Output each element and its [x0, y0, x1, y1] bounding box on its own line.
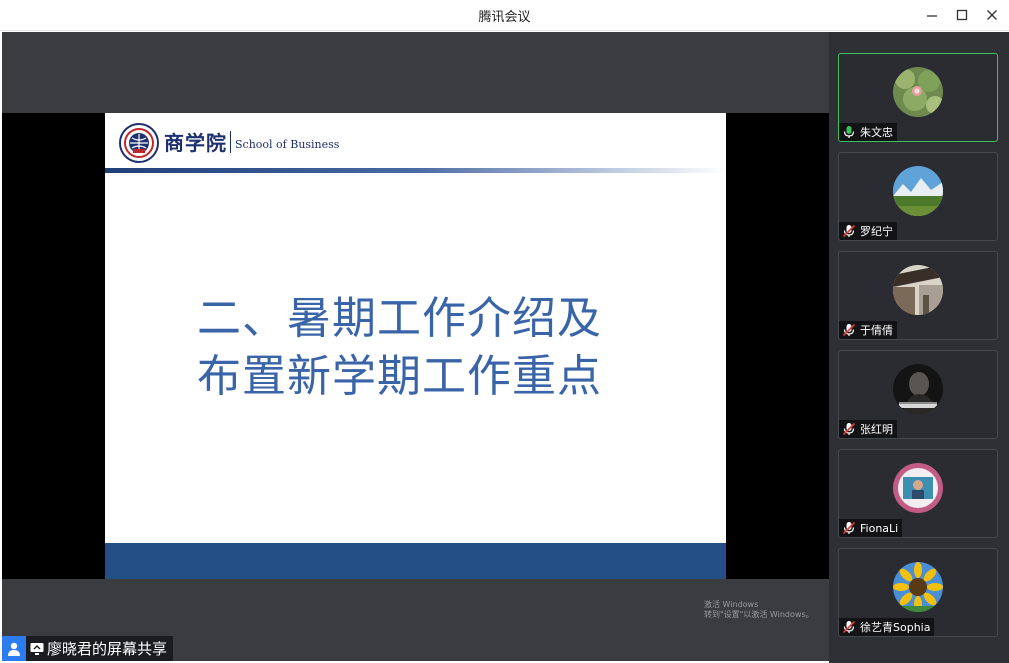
maximize-button[interactable] [950, 4, 974, 26]
watermark-line-2: 转到"设置"以激活 Windows。 [704, 610, 814, 619]
participant-name-tag: 朱文忠 [839, 123, 897, 141]
avatar [893, 562, 943, 612]
avatar [893, 463, 943, 513]
participant-tile[interactable]: 张红明 [838, 350, 998, 439]
participant-name-tag: 于倩倩 [839, 321, 897, 339]
participant-name: FionaLi [860, 521, 899, 535]
avatar [893, 364, 943, 414]
mic-muted-icon[interactable] [842, 521, 856, 535]
logo-divider [230, 131, 231, 153]
slide-title: 二、暑期工作介绍及 布置新学期工作重点 [197, 290, 602, 406]
participant-name-tag: 徐艺青Sophia [839, 618, 935, 636]
mic-on-icon[interactable] [842, 125, 856, 139]
participant-name: 于倩倩 [860, 324, 893, 337]
avatar [893, 265, 943, 315]
university-seal-icon [119, 123, 159, 163]
participant-name: 朱文忠 [860, 126, 893, 139]
participant-tile[interactable]: 罗纪宁 [838, 152, 998, 241]
minimize-icon [927, 15, 937, 17]
mic-muted-icon[interactable] [842, 620, 856, 634]
maximize-icon [956, 9, 968, 21]
header-gradient-rule [105, 168, 726, 173]
participant-tile[interactable]: 于倩倩 [838, 251, 998, 340]
slide-header: 商学院 School of Business [105, 113, 726, 169]
participant-name: 徐艺青Sophia [860, 621, 931, 634]
close-icon [987, 10, 997, 20]
avatar [893, 166, 943, 216]
title-bar: 腾讯会议 [0, 0, 1009, 31]
mic-muted-icon[interactable] [842, 224, 856, 238]
mic-muted-icon[interactable] [842, 323, 856, 337]
participant-tile[interactable]: FionaLi [838, 449, 998, 538]
participant-name: 张红明 [860, 423, 893, 436]
participant-name-tag: 张红明 [839, 420, 897, 438]
window-title: 腾讯会议 [478, 10, 531, 25]
user-icon [2, 636, 26, 661]
screen-share-text: 廖晓君的屏幕共享 [47, 640, 168, 658]
avatar [893, 67, 943, 117]
screen-share-icon [30, 642, 44, 655]
school-name-en: School of Business [235, 138, 340, 151]
slide-footer-bar [105, 543, 726, 579]
participant-tile[interactable]: 朱文忠 [838, 53, 998, 142]
mic-muted-icon[interactable] [842, 422, 856, 436]
participant-tile[interactable]: 徐艺青Sophia [838, 548, 998, 637]
shared-screen: 商学院 School of Business 二、暑期工作介绍及 布置新学期工作… [2, 113, 829, 619]
participant-name: 罗纪宁 [860, 225, 893, 238]
participant-panel: 朱文忠 罗纪宁 于倩倩 张红明 FionaLi 徐艺青Sophia [829, 32, 1009, 663]
slide-title-line-1: 二、暑期工作介绍及 [197, 293, 602, 344]
presentation-slide: 商学院 School of Business 二、暑期工作介绍及 布置新学期工作… [105, 113, 726, 579]
screen-share-label: 廖晓君的屏幕共享 [2, 636, 174, 661]
slide-title-line-2: 布置新学期工作重点 [197, 351, 602, 402]
watermark-line-1: 激活 Windows [704, 600, 759, 609]
close-button[interactable] [980, 4, 1004, 26]
windows-activation-watermark: 激活 Windows 转到"设置"以激活 Windows。 [704, 600, 814, 620]
school-name-cn: 商学院 [164, 131, 227, 155]
screen-share-stage[interactable]: 商学院 School of Business 二、暑期工作介绍及 布置新学期工作… [2, 32, 829, 661]
participant-name-tag: FionaLi [839, 519, 903, 537]
minimize-button[interactable] [920, 4, 944, 26]
participant-name-tag: 罗纪宁 [839, 222, 897, 240]
